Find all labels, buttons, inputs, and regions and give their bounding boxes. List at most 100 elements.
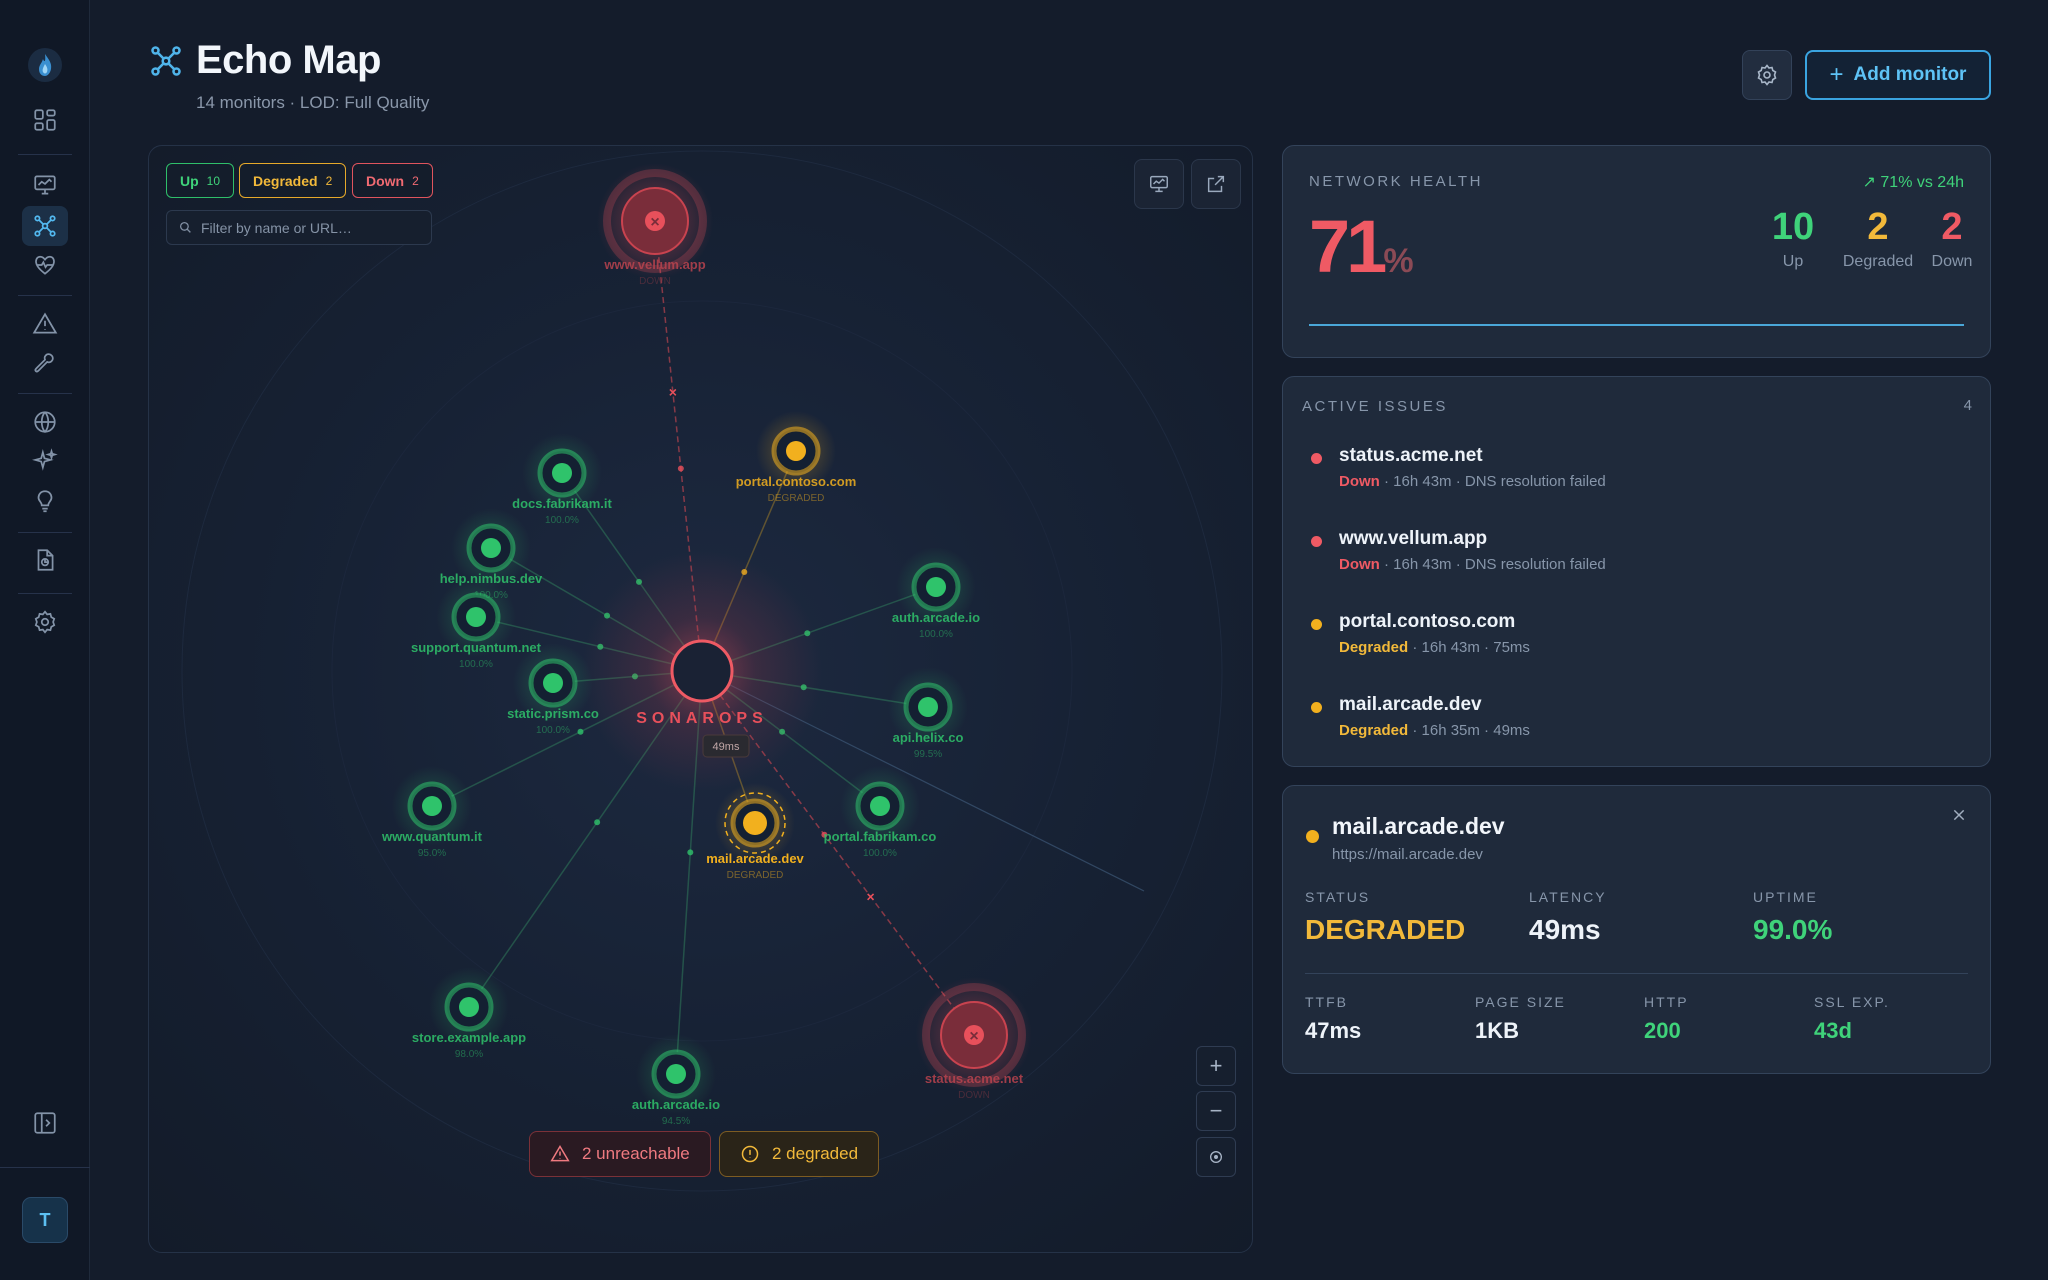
- graph-node-auth-arcade-io[interactable]: auth.arcade.io 100.0%: [892, 547, 980, 640]
- report-icon[interactable]: [22, 540, 68, 580]
- node-sublabel: 100.0%: [863, 848, 897, 859]
- monitor-icon[interactable]: [22, 165, 68, 205]
- issue-name: mail.arcade.dev: [1339, 694, 1482, 715]
- status-dot: [1306, 830, 1319, 843]
- hub-latency: 49ms: [713, 741, 740, 753]
- issue-meta: Down · 16h 43m · DNS resolution failed: [1339, 473, 1606, 490]
- heartbeat-icon[interactable]: [22, 245, 68, 285]
- dashboard-icon[interactable]: [22, 100, 68, 140]
- presentation-button[interactable]: [1134, 159, 1184, 209]
- uptime-label: UPTIME: [1753, 889, 1818, 905]
- node-label: docs.fabrikam.it: [512, 496, 612, 511]
- graph-node-docs-fabrikam-it[interactable]: docs.fabrikam.it 100.0%: [512, 433, 613, 526]
- ttfb-label: TTFB: [1305, 994, 1348, 1010]
- bulb-icon[interactable]: [22, 481, 68, 521]
- node-label: store.example.app: [412, 1030, 526, 1045]
- unreachable-pill[interactable]: 2 unreachable: [529, 1131, 711, 1177]
- node-label: status.acme.net: [925, 1071, 1024, 1086]
- divider: [1305, 973, 1968, 974]
- node-label: portal.contoso.com: [736, 474, 857, 489]
- chip-label: Up: [180, 172, 199, 189]
- avatar[interactable]: T: [22, 1197, 68, 1243]
- open-external-button[interactable]: [1191, 159, 1241, 209]
- http-label: HTTP: [1644, 994, 1689, 1010]
- filter-chip-degraded[interactable]: Degraded 2: [239, 163, 347, 198]
- graph-node-portal-fabrikam-co[interactable]: portal.fabrikam.co 100.0%: [824, 766, 937, 859]
- issues-count: 4: [1963, 397, 1972, 414]
- echo-map-canvas[interactable]: × × × www.vellum.app DOWN portal.contoso.com…: [148, 145, 1253, 1253]
- issue-meta: Degraded · 16h 35m · 49ms: [1339, 722, 1530, 739]
- issue-meta: Degraded · 16h 43m · 75ms: [1339, 639, 1530, 656]
- filter-input[interactable]: Filter by name or URL…: [166, 210, 432, 245]
- add-monitor-button[interactable]: + Add monitor: [1805, 50, 1991, 100]
- status-dot: [1311, 702, 1322, 713]
- active-issues-label: ACTIVE ISSUES: [1302, 398, 1448, 415]
- graph-node-mail-arcade-dev[interactable]: mail.arcade.dev DEGRADED: [706, 783, 805, 881]
- hub-node[interactable]: [670, 639, 734, 703]
- issue-name: status.acme.net: [1339, 445, 1483, 466]
- latency-value: 49ms: [1529, 914, 1601, 945]
- issue-meta: Down · 16h 43m · DNS resolution failed: [1339, 556, 1606, 573]
- network-icon[interactable]: [22, 206, 68, 246]
- node-label: support.quantum.net: [411, 640, 542, 655]
- collapse-icon[interactable]: [22, 1103, 68, 1143]
- health-sparkline: [1309, 324, 1964, 326]
- chip-count: 2: [325, 173, 333, 188]
- sparkle-icon[interactable]: [22, 441, 68, 481]
- graph-node-api-helix-co[interactable]: api.helix.co 99.5%: [888, 667, 968, 760]
- stat-degraded-label: Degraded: [1842, 253, 1914, 270]
- info-circle-icon: [741, 1145, 759, 1163]
- issue-state: Down: [1339, 556, 1380, 573]
- degraded-label: 2 degraded: [772, 1144, 859, 1163]
- active-issues-card: ACTIVE ISSUES 4 status.acme.net Down · 1…: [1282, 376, 1991, 767]
- issue-state: Down: [1339, 473, 1380, 490]
- uptime-value: 99.0%: [1753, 914, 1833, 945]
- detail-url[interactable]: https://mail.arcade.dev: [1332, 846, 1483, 863]
- zoom-out-button[interactable]: −: [1196, 1091, 1236, 1131]
- link-packet: [677, 465, 684, 472]
- network-health-card: NETWORK HEALTH ↗ 71% vs 24h 71% 10 Up 2 …: [1282, 145, 1991, 358]
- target-icon: [1210, 1151, 1222, 1163]
- alert-icon[interactable]: [22, 304, 68, 344]
- hub-label: SONAROPS: [636, 710, 768, 727]
- flame-logo[interactable]: [26, 46, 64, 84]
- wrench-icon[interactable]: [22, 343, 68, 383]
- graph-node-store-example-app[interactable]: store.example.app 98.0%: [412, 967, 526, 1060]
- plus-icon: +: [1209, 1053, 1223, 1078]
- node-label: portal.fabrikam.co: [824, 829, 937, 844]
- recenter-button[interactable]: [1196, 1137, 1236, 1177]
- settings-icon[interactable]: [22, 602, 68, 642]
- graph-node-www-vellum-app[interactable]: × www.vellum.app DOWN: [597, 163, 713, 287]
- trend-text: 71% vs 24h: [1880, 174, 1964, 191]
- sidebar: T: [0, 0, 90, 1280]
- node-sublabel: 100.0%: [459, 659, 493, 670]
- close-button[interactable]: [1946, 802, 1972, 828]
- degraded-pill[interactable]: 2 degraded: [719, 1131, 880, 1177]
- detail-name: mail.arcade.dev: [1332, 813, 1505, 839]
- status-value: DEGRADED: [1305, 914, 1466, 945]
- graph-node-auth-arcade-io[interactable]: auth.arcade.io 94.5%: [632, 1034, 720, 1127]
- settings-button[interactable]: [1742, 50, 1792, 100]
- link-packet: [687, 849, 694, 856]
- zoom-in-button[interactable]: +: [1196, 1046, 1236, 1086]
- network-graph[interactable]: × × × www.vellum.app DOWN portal.contoso.com…: [149, 146, 1253, 1253]
- chip-count: 2: [412, 173, 419, 188]
- node-sublabel: 98.0%: [455, 1049, 483, 1060]
- stat-up-label: Up: [1782, 253, 1804, 270]
- graph-node-status-acme-net[interactable]: × status.acme.net DOWN: [916, 977, 1032, 1101]
- node-sublabel: DOWN: [639, 276, 671, 287]
- node-label: static.prism.co: [507, 706, 599, 721]
- node-label: auth.arcade.io: [632, 1097, 720, 1112]
- filter-chip-up[interactable]: Up 10: [166, 163, 235, 198]
- graph-node-support-quantum-net[interactable]: support.quantum.net 100.0%: [411, 577, 542, 670]
- presentation-icon: [1150, 175, 1168, 193]
- node-label: api.helix.co: [893, 730, 964, 745]
- globe-icon[interactable]: [22, 402, 68, 442]
- node-label: www.quantum.it: [381, 829, 483, 844]
- close-icon: [1953, 809, 1965, 821]
- graph-node-portal-contoso-com[interactable]: portal.contoso.com DEGRADED: [736, 411, 857, 504]
- filter-chip-down[interactable]: Down 2: [352, 163, 433, 198]
- stat-degraded: 2 Degraded: [1838, 206, 1918, 271]
- issue-detail: · 16h 43m · DNS resolution failed: [1379, 556, 1606, 573]
- graph-node-www-quantum-it[interactable]: www.quantum.it 95.0%: [381, 766, 483, 859]
